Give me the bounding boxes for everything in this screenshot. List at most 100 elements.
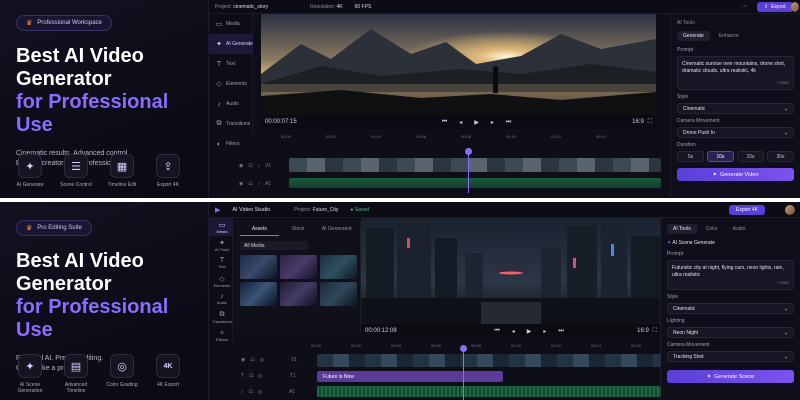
playhead[interactable] — [465, 148, 472, 193]
eye-icon[interactable]: ◉ — [239, 163, 243, 169]
skip-back-icon[interactable]: ⏮ — [442, 119, 447, 126]
tool-elements[interactable]: ◇ Elements — [209, 74, 253, 94]
tool-rail: ▭ Media ✦ AI Generate T Text ◇ Elements ♪ Aud… — [209, 14, 253, 148]
sparkle-icon: ✦ — [712, 171, 718, 178]
tab-ai-tools[interactable]: AI Tools — [667, 224, 697, 234]
media-thumbnail[interactable] — [320, 282, 357, 306]
skip-forward-icon[interactable]: ⏭ — [506, 119, 511, 126]
generate-scene-button[interactable]: ✦ Generate Scene — [667, 370, 794, 383]
export-4k-button[interactable]: Export 4K — [729, 205, 765, 215]
tool-audio[interactable]: ♪ Audio — [209, 94, 253, 114]
tool-transitions[interactable]: ⧉ Transitions — [209, 308, 233, 326]
video-preview[interactable]: 00:00:12:08 ⏮ ◂ ▶ ▸ ⏭ 16:9 ⛶ — [361, 218, 661, 338]
video-clip[interactable] — [289, 158, 661, 172]
video-preview[interactable]: 00:00:07:15 ⏮ ◂ ▶ ▸ ⏭ 16:9 ⛶ — [261, 14, 656, 129]
prompt-input[interactable]: Futuristic city at night, flying cars, n… — [667, 260, 794, 290]
track-controls-a1: ◉ ⊡ ♪ A1 — [239, 181, 271, 187]
eye-icon[interactable]: ◉ — [239, 181, 243, 187]
visibility-icon[interactable]: ◎ — [260, 357, 264, 363]
tool-label: Transitions — [212, 318, 232, 324]
tool-media[interactable]: ▭ Media — [209, 14, 253, 34]
aspect-ratio[interactable]: 16:9 — [637, 328, 649, 334]
headline-accent: for Professional Use — [16, 296, 169, 341]
text-icon[interactable]: T — [241, 373, 244, 379]
tool-elements[interactable]: ◇ Elements — [209, 272, 233, 290]
promo-column: ♛ Professional Workspace Best AI Video G… — [0, 0, 208, 198]
skip-forward-icon[interactable]: ⏭ — [558, 328, 563, 335]
tab-audio[interactable]: Audio — [727, 224, 752, 234]
lock-icon[interactable]: ⊡ — [248, 181, 252, 187]
resolution-value[interactable]: 4K — [336, 4, 342, 10]
mute-icon[interactable]: ♪ — [258, 181, 261, 187]
skip-back-icon[interactable]: ⏮ — [494, 328, 499, 335]
play-icon[interactable]: ▶ — [474, 119, 479, 126]
music-icon[interactable]: ♪ — [241, 389, 244, 395]
mute-icon[interactable]: ♪ — [258, 163, 261, 169]
audio-clip[interactable] — [289, 178, 661, 188]
step-forward-icon[interactable]: ▸ — [491, 119, 494, 126]
fullscreen-icon[interactable]: ⛶ — [648, 119, 652, 126]
top-panel: ♛ Professional Workspace Best AI Video G… — [0, 0, 800, 198]
step-back-icon[interactable]: ◂ — [459, 119, 462, 126]
text-clip[interactable]: Future is Now — [317, 371, 503, 382]
ruler-tick: 00:02 — [326, 134, 337, 139]
audio-clip[interactable] — [317, 386, 661, 397]
playhead[interactable] — [460, 345, 467, 400]
tool-transitions[interactable]: ⧉ Transitions — [209, 114, 253, 134]
project-name[interactable]: cinematic_story — [233, 4, 268, 10]
lighting-select[interactable]: Neon Night ⌄ — [667, 327, 794, 338]
ruler-tick: 00:12 — [551, 343, 562, 348]
tool-text[interactable]: T Text — [209, 254, 233, 272]
tool-audio[interactable]: ♪ Audio — [209, 290, 233, 308]
fps-value[interactable]: 60 FPS — [355, 4, 372, 10]
media-thumbnail[interactable] — [280, 282, 317, 306]
lock-icon[interactable]: ⊡ — [250, 357, 254, 363]
step-back-icon[interactable]: ◂ — [512, 328, 515, 335]
export-button[interactable]: ⇪ Export — [757, 2, 793, 12]
tool-ai-tools[interactable]: ✦ AI Tools — [209, 236, 233, 254]
lock-icon[interactable]: ⊡ — [249, 373, 253, 379]
duration-option[interactable]: 5s — [677, 151, 704, 162]
sparkle-icon: ✦ — [18, 154, 42, 178]
lock-icon[interactable]: ⊡ — [248, 163, 252, 169]
duration-option[interactable]: 10s — [707, 151, 734, 162]
step-forward-icon[interactable]: ▸ — [543, 328, 546, 335]
fullscreen-icon[interactable]: ⛶ — [653, 328, 657, 335]
prompt-input[interactable]: Cinematic sunrise over mountains, drone … — [677, 56, 794, 90]
tab-stock[interactable]: Stock — [279, 226, 318, 236]
avatar[interactable] — [791, 2, 799, 12]
media-thumbnail[interactable] — [280, 255, 317, 279]
tab-assets[interactable]: Assets — [240, 226, 279, 236]
tab-ai-generated[interactable]: AI Generated — [317, 226, 356, 236]
duration-option[interactable]: 30s — [767, 151, 794, 162]
tab-enhance[interactable]: Enhance — [713, 31, 745, 41]
media-thumbnail[interactable] — [320, 255, 357, 279]
tool-ai-generate[interactable]: ✦ AI Generate — [209, 34, 253, 54]
tool-effects[interactable]: ✧ Effects — [209, 326, 233, 344]
style-select[interactable]: Cinematic ⌄ — [677, 103, 794, 114]
duration-option[interactable]: 15s — [737, 151, 764, 162]
eye-icon[interactable]: ◉ — [241, 357, 245, 363]
avatar[interactable] — [785, 205, 795, 215]
play-icon[interactable]: ▶ — [527, 328, 532, 335]
more-icon[interactable]: ⋯ — [741, 2, 748, 10]
tab-generate[interactable]: Generate — [677, 31, 710, 41]
camera-select[interactable]: Tracking Shot ⌄ — [667, 351, 794, 362]
tool-media[interactable]: ▭ Media — [209, 218, 233, 236]
tool-text[interactable]: T Text — [209, 54, 253, 74]
tab-color[interactable]: Color — [700, 224, 724, 234]
style-select[interactable]: Cinematic ⌄ — [667, 303, 794, 314]
media-filter-select[interactable]: All Media — [240, 241, 308, 250]
project-name[interactable]: Future_City — [313, 207, 339, 213]
lock-icon[interactable]: ⊡ — [249, 389, 253, 395]
camera-select[interactable]: Drone Push In ⌄ — [677, 127, 794, 138]
media-thumbnail[interactable] — [240, 255, 277, 279]
media-tabs: Assets Stock AI Generated — [240, 226, 356, 236]
feature-list: ✦ AI Generate ☰ Scene Control ▦ Timeline… — [12, 154, 186, 188]
aspect-ratio[interactable]: 16:9 — [632, 119, 644, 125]
generate-video-button[interactable]: ✦ Generate Video — [677, 168, 794, 181]
visibility-icon[interactable]: ◎ — [258, 373, 262, 379]
media-thumbnail[interactable] — [240, 282, 277, 306]
mute-icon[interactable]: ◎ — [258, 389, 262, 395]
video-clip[interactable] — [317, 354, 661, 367]
